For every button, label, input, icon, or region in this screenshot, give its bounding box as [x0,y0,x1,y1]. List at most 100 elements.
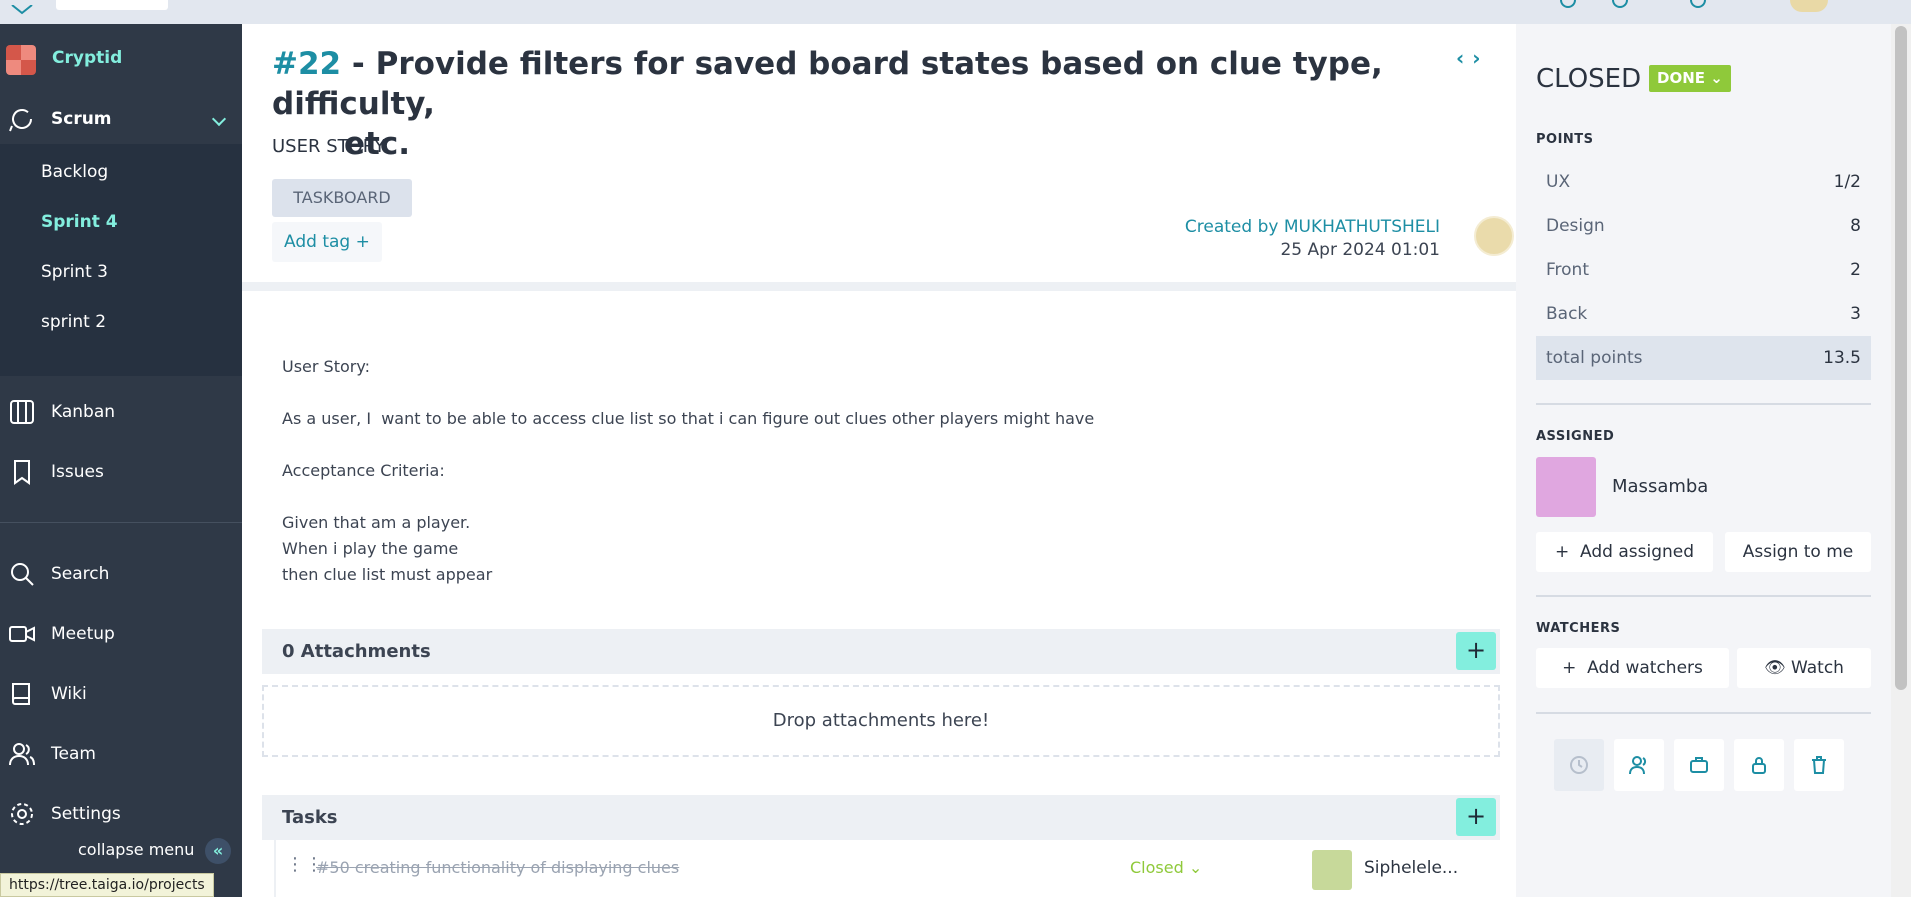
collapse-menu-label[interactable]: collapse menu [78,840,194,859]
notifications-icon[interactable] [1612,0,1628,8]
sidebar-item-kanban[interactable]: Kanban [0,386,242,438]
sprint-submenu: Backlog Sprint 4 Sprint 3 sprint 2 [0,144,242,376]
sidebar-item-sprint-2[interactable]: sprint 2 [41,312,106,332]
previous-story-icon[interactable]: ‹ [1456,46,1472,70]
points-row-design[interactable]: Design 8 [1536,204,1871,248]
sidebar-item-label: Issues [51,462,104,482]
points-row-back[interactable]: Back 3 [1536,292,1871,336]
team-requirement-icon[interactable] [1614,739,1664,791]
task-row[interactable]: ⋮⋮ #50 creating functionality of display… [274,840,1500,897]
sidebar-item-wiki[interactable]: Wiki [0,668,242,720]
points-row-front[interactable]: Front 2 [1536,248,1871,292]
story-description[interactable]: User Story: As a user, I want to be able… [282,354,1094,588]
bookmark-icon [14,460,30,485]
attachments-title: 0 Attachments [282,641,431,662]
sidebar-item-label: Meetup [51,624,115,644]
project-brand[interactable]: Cryptid [0,24,242,94]
sidebar-item-settings[interactable]: Settings [0,788,242,840]
project-logo [6,45,36,75]
status-badge[interactable]: DONE ⌄ [1649,65,1731,92]
search-icon [11,563,34,586]
add-tag-button[interactable]: Add tag + [272,222,382,262]
tasks-header: Tasks + [262,795,1500,840]
project-name: Cryptid [52,48,123,68]
story-title[interactable]: #22 - Provide filters for saved board st… [272,44,1432,164]
add-watchers-button[interactable]: + Add watchers [1536,648,1729,688]
points-row-ux[interactable]: UX 1/2 [1536,160,1871,204]
projects-button[interactable] [56,0,168,10]
chevron-down-icon[interactable] [211,111,227,127]
sidebar-item-sprint-4[interactable]: Sprint 4 [41,212,118,232]
attachments-header: 0 Attachments + [262,629,1500,674]
page-scrollbar[interactable] [1891,24,1911,897]
plus-icon: + [350,232,370,252]
client-requirement-icon[interactable] [1674,739,1724,791]
eye-icon: 👁 [1764,658,1786,678]
collapse-menu-icon[interactable]: « [205,838,231,864]
points-heading: POINTS [1536,132,1594,147]
task-assignee[interactable]: Siphelele... [1364,858,1458,878]
creator-avatar[interactable] [1474,216,1514,256]
sidebar-item-label: Kanban [51,402,116,422]
sidebar-item-team[interactable]: Team [0,728,242,780]
status-bar-url: https://tree.taiga.io/projects [0,873,214,897]
sidebar-item-label: Team [51,744,96,764]
video-icon [9,626,35,642]
watch-button[interactable]: 👁 Watch [1737,648,1871,688]
section-divider [242,282,1516,291]
help-icon[interactable] [1560,0,1576,8]
top-bar [0,0,1911,24]
sidebar-divider [0,522,242,523]
task-status[interactable]: Closed ⌄ [1130,858,1202,877]
story-type: USER STORY [272,136,386,157]
panel-divider [1536,595,1871,597]
attachment-dropzone[interactable]: Drop attachments here! [262,685,1500,757]
sidebar-item-sprint-3[interactable]: Sprint 3 [41,262,108,282]
scrollbar-thumb[interactable] [1895,26,1907,690]
add-task-button[interactable]: + [1456,798,1496,836]
created-info: Created by MUKHATHUTSHELI 25 Apr 2024 01… [1185,216,1440,262]
story-title-text: Provide filters for saved board states b… [272,46,1383,122]
status-label: CLOSED [1536,64,1642,94]
lock-icon[interactable] [1734,739,1784,791]
sidebar-item-search[interactable]: Search [0,548,242,600]
points-row-total: total points 13.5 [1536,336,1871,380]
panel-divider [1536,403,1871,405]
story-side-panel: CLOSED DONE ⌄ POINTS UX 1/2 Design 8 Front… [1516,24,1891,897]
assignee-name[interactable]: Massamba [1612,476,1708,497]
sidebar-item-issues[interactable]: Issues [0,446,242,498]
taiga-logo-icon[interactable] [8,0,36,15]
created-date: 25 Apr 2024 01:01 [1280,240,1440,260]
sidebar-item-meetup[interactable]: Meetup [0,608,242,660]
task-assignee-avatar [1312,850,1352,890]
sidebar-item-scrum[interactable]: Scrum [0,94,242,144]
scrum-icon [9,109,32,132]
book-icon [12,683,30,705]
user-avatar[interactable] [1790,0,1828,12]
tag-badge[interactable]: TASKBOARD [272,179,412,217]
sidebar: Cryptid Scrum Backlog Sprint 4 Sprint 3 … [0,24,242,897]
trash-icon[interactable] [1794,739,1844,791]
assigned-heading: ASSIGNED [1536,429,1615,444]
story-ref: #22 [272,46,342,82]
task-name[interactable]: #50 creating functionality of displaying… [316,858,679,877]
sidebar-item-label: Scrum [51,109,112,129]
discover-icon[interactable] [1690,0,1706,8]
sidebar-item-label: Search [51,564,110,584]
gear-icon [11,803,33,825]
user-story-detail: #22 - Provide filters for saved board st… [242,24,1516,897]
team-icon [9,743,35,766]
story-nav-arrows: ‹› [1456,46,1489,70]
add-assigned-button[interactable]: + Add assigned [1536,532,1713,572]
assignee-avatar[interactable] [1536,457,1596,517]
tasks-title: Tasks [282,807,338,828]
next-story-icon[interactable]: › [1472,46,1488,70]
add-attachment-button[interactable]: + [1456,632,1496,670]
story-title-text-cont: etc. [344,126,410,162]
clock-icon[interactable] [1554,739,1604,791]
assign-to-me-button[interactable]: Assign to me [1725,532,1871,572]
kanban-icon [10,400,34,424]
sidebar-item-backlog[interactable]: Backlog [41,162,108,182]
created-by[interactable]: Created by MUKHATHUTSHELI [1185,216,1440,239]
sidebar-item-label: Settings [51,804,121,824]
